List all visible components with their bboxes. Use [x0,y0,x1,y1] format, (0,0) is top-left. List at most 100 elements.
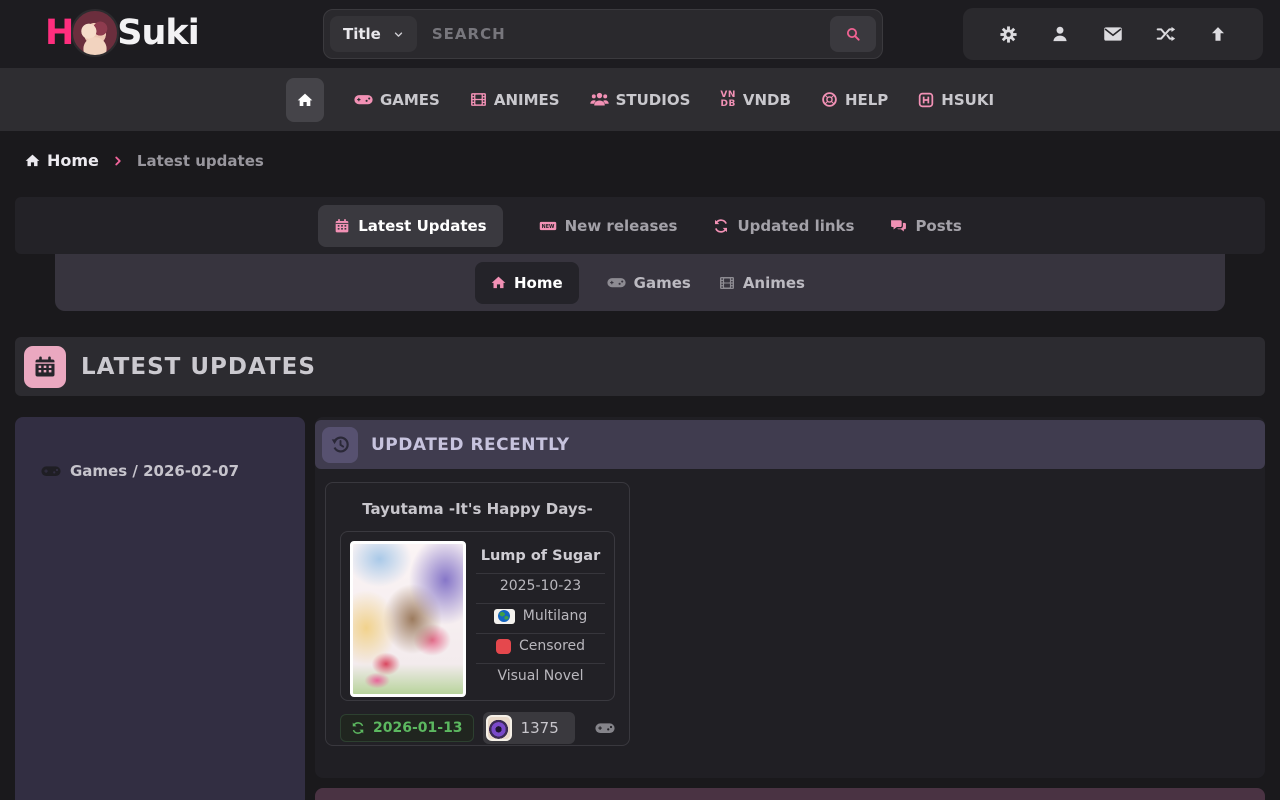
chevron-right-icon [112,155,124,167]
updated-date: 2026-01-13 [373,720,463,736]
subtab-label: Home [514,274,563,292]
h-square-icon [918,92,934,108]
gamepad-icon [41,461,61,481]
life-ring-icon [821,91,838,108]
settings-gear-icon[interactable] [999,25,1018,44]
sync-icon [713,218,729,234]
subtab-bar: Home Games Animes [55,254,1225,311]
logo-text-suki: Suki [117,13,198,53]
gamepad-icon[interactable] [595,718,615,738]
home-icon [25,153,40,168]
nav-item-games[interactable]: GAMES [354,90,440,109]
film-icon [719,275,735,291]
game-info-box: Lump of Sugar 2025-10-23 Multilang Censo… [340,531,615,701]
sidebar-filter-label: Games / 2026-02-07 [70,462,239,480]
tab-updated-links[interactable]: Updated links [713,217,854,235]
subtab-home[interactable]: Home [475,262,579,304]
arrow-up-icon[interactable] [1209,25,1227,43]
logo-text-h: H [45,13,73,53]
tab-label: Posts [915,217,961,235]
logo-avatar [71,9,119,57]
nav-label: STUDIOS [616,91,691,109]
game-release-date: 2025-10-23 [476,573,605,598]
updated-date-pill[interactable]: 2026-01-13 [340,714,474,742]
breadcrumb: Home Latest updates [25,151,264,170]
subtab-label: Animes [743,274,805,292]
gamepad-icon [607,273,626,292]
game-details: Lump of Sugar 2025-10-23 Multilang Censo… [476,541,605,691]
sidebar-filter-games-date[interactable]: Games / 2026-02-07 [41,461,305,481]
breadcrumb-current: Latest updates [137,152,264,170]
tab-panel: Latest Updates New releases Updated link… [15,197,1265,254]
tab-label: Updated links [737,217,854,235]
search-input[interactable] [417,25,830,43]
calendar-icon [334,218,350,234]
nav-item-vndb[interactable]: VNDB VNDB [720,91,791,109]
gamepad-icon [354,90,373,109]
tab-label: Latest Updates [358,217,486,235]
search-filter-select[interactable]: Title [330,16,417,52]
game-censorship-row: Censored [476,633,605,658]
tab-label: New releases [565,217,678,235]
new-badge-icon [539,217,557,235]
game-studio[interactable]: Lump of Sugar [476,544,605,568]
comments-icon [890,217,907,234]
nav-label: HELP [845,91,888,109]
envelope-icon[interactable] [1103,24,1123,44]
subtab-animes[interactable]: Animes [719,274,805,292]
breadcrumb-home-label: Home [47,151,99,170]
game-type: Visual Novel [476,663,605,688]
filters-sidebar: Games / 2026-02-07 [15,417,305,800]
views-count: 1375 [521,719,559,737]
nav-item-studios[interactable]: STUDIOS [590,90,691,109]
section-header: LATEST UPDATES [15,337,1265,396]
home-icon [297,92,313,108]
tab-latest-updates[interactable]: Latest Updates [318,205,502,247]
search-filter-label: Title [343,25,381,43]
sync-icon [351,721,365,735]
updated-recently-header: UPDATED RECENTLY [315,420,1265,469]
next-section-top-edge [315,788,1265,800]
subtab-games[interactable]: Games [607,273,691,292]
tab-new-releases[interactable]: New releases [539,217,678,235]
search-bar: Title [323,9,883,59]
users-icon [590,90,609,109]
game-language: Multilang [523,608,587,624]
film-icon [470,91,487,108]
game-title-link[interactable]: Tayutama -It's Happy Days- [340,500,615,518]
home-icon [491,275,506,290]
user-icon[interactable] [1051,25,1069,43]
quick-actions [963,8,1263,60]
search-button[interactable] [830,16,876,52]
nav-label: GAMES [380,91,440,109]
uploader-avatar [486,715,512,741]
game-card-footer: 2026-01-13 1375 [340,712,615,744]
tab-posts[interactable]: Posts [890,217,961,235]
views-pill[interactable]: 1375 [483,712,575,744]
site-logo[interactable]: H Suki [45,9,199,57]
history-icon [322,427,358,463]
game-card: Tayutama -It's Happy Days- Lump of Sugar… [325,482,630,746]
nav-item-hsuki[interactable]: HSUKI [918,91,994,109]
panel-title: UPDATED RECENTLY [371,435,570,455]
game-language-row: Multilang [476,603,605,628]
nav-label: ANIMES [494,91,560,109]
search-icon [845,26,861,42]
game-cover-image[interactable] [350,541,466,697]
censored-badge-icon [496,639,511,654]
nav-label: HSUKI [941,91,994,109]
top-bar: H Suki Title [0,0,1280,68]
nav-item-help[interactable]: HELP [821,91,888,109]
nav-item-animes[interactable]: ANIMES [470,91,560,109]
vndb-icon: VNDB [720,91,736,108]
game-censorship: Censored [519,638,585,654]
subtab-label: Games [634,274,691,292]
calendar-icon [24,346,66,388]
main-nav: GAMES ANIMES STUDIOS VNDB VNDB HELP HSUK… [0,68,1280,131]
nav-label: VNDB [743,91,791,109]
globe-icon [494,609,515,624]
breadcrumb-home-link[interactable]: Home [25,151,99,170]
page-title: LATEST UPDATES [81,354,316,380]
shuffle-random-icon[interactable] [1156,24,1176,44]
nav-home-button[interactable] [286,78,324,122]
